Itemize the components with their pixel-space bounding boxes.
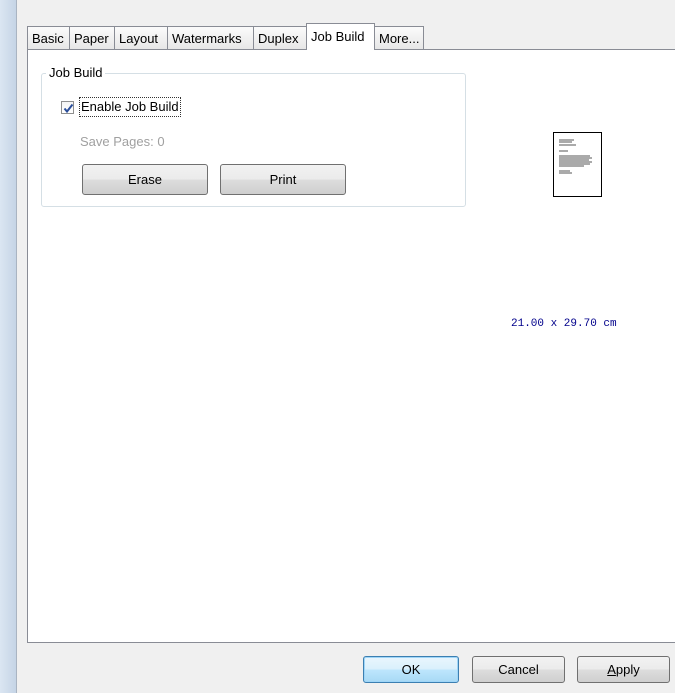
enable-job-build-label[interactable]: Enable Job Build — [79, 97, 181, 117]
printer-properties-dialog: Basic Paper Layout Watermarks Duplex Job… — [16, 0, 675, 693]
paper-size-label: 21.00 x 29.70 cm — [511, 318, 617, 330]
save-pages-count: Save Pages: 0 — [80, 134, 165, 149]
tab-paper[interactable]: Paper — [69, 26, 115, 49]
erase-button[interactable]: Erase — [82, 164, 208, 195]
tab-watermarks[interactable]: Watermarks — [167, 26, 254, 49]
page-preview-icon — [553, 132, 602, 197]
cancel-button[interactable]: Cancel — [472, 656, 565, 683]
job-build-group: Job Build Enable Job Build Save Pages: 0… — [41, 65, 466, 207]
tab-more[interactable]: More... — [374, 26, 424, 49]
tab-basic[interactable]: Basic — [27, 26, 70, 49]
ok-button[interactable]: OK — [363, 656, 459, 683]
tab-duplex[interactable]: Duplex — [253, 26, 307, 49]
tab-job-build[interactable]: Job Build — [306, 23, 375, 50]
window-left-frame — [0, 0, 16, 693]
tab-layout[interactable]: Layout — [114, 26, 168, 49]
job-build-group-title: Job Build — [46, 65, 106, 80]
dialog-button-bar: OK Cancel Apply — [17, 643, 675, 693]
apply-mnemonic: A — [607, 662, 616, 677]
checkmark-icon — [63, 103, 74, 114]
tab-panel-job-build: Job Build Enable Job Build Save Pages: 0… — [27, 49, 675, 643]
apply-label-rest: pply — [615, 662, 640, 677]
apply-button[interactable]: Apply — [577, 656, 670, 683]
enable-job-build-checkbox[interactable] — [61, 101, 74, 114]
document-lines-icon — [559, 139, 592, 174]
print-button[interactable]: Print — [220, 164, 346, 195]
